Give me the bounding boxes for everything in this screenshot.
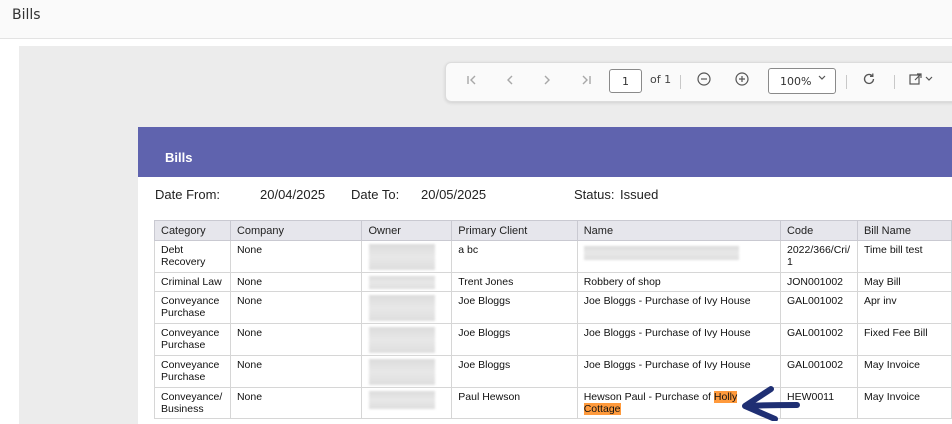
- status-label: Status:: [574, 187, 615, 202]
- last-page-icon[interactable]: [576, 72, 596, 92]
- viewer-toolbar: 1 of 1 100%: [445, 62, 952, 102]
- category-cell: Conveyance/ Business: [154, 387, 231, 419]
- search-highlight: Holly: [713, 391, 738, 403]
- client-cell: Joe Bloggs: [451, 291, 578, 324]
- category-cell: Conveyance Purchase: [154, 291, 231, 324]
- owner-cell-redacted: [361, 240, 453, 273]
- search-highlight: Cottage: [583, 403, 621, 415]
- table-row: Conveyance Purchase None Joe Bloggs Joe …: [154, 355, 952, 388]
- app-title: Bills: [12, 7, 41, 23]
- code-cell: GAL001002: [779, 323, 858, 356]
- next-page-icon[interactable]: [537, 72, 557, 92]
- table-row: Criminal Law None Trent Jones Robbery of…: [154, 272, 952, 292]
- date-from-label: Date From:: [155, 187, 221, 202]
- report-header: Bills: [138, 127, 952, 177]
- owner-cell-redacted: [361, 291, 453, 324]
- column-header: Primary Client: [451, 220, 578, 241]
- first-page-icon[interactable]: [462, 72, 482, 92]
- name-text: Hewson Paul - Purchase of: [583, 391, 714, 403]
- client-cell: Paul Hewson: [451, 387, 578, 419]
- code-cell: JON001002: [779, 272, 858, 292]
- page-count-label: of 1: [650, 73, 672, 86]
- column-header: Code: [779, 220, 858, 241]
- toolbar-divider: [846, 75, 847, 89]
- category-cell: Debt Recovery: [154, 240, 231, 273]
- zoom-value: 100%: [780, 75, 812, 88]
- company-cell: None: [229, 291, 363, 324]
- name-cell: Robbery of shop: [576, 272, 781, 292]
- name-cell-redacted: [576, 240, 781, 273]
- company-cell: None: [229, 387, 363, 419]
- table-row: Conveyance Purchase None Joe Bloggs Joe …: [154, 291, 952, 324]
- refresh-icon[interactable]: [859, 72, 879, 92]
- page-number-input[interactable]: 1: [609, 69, 642, 93]
- zoom-select[interactable]: 100%: [768, 68, 836, 94]
- chevron-down-icon: [817, 73, 827, 86]
- client-cell: Joe Bloggs: [451, 355, 578, 388]
- name-cell: Joe Bloggs - Purchase of Ivy House: [576, 323, 781, 356]
- owner-cell-redacted: [361, 355, 453, 388]
- client-cell: a bc: [451, 240, 578, 273]
- company-cell: None: [229, 355, 363, 388]
- toolbar-divider: [680, 75, 681, 89]
- bill-name-cell: May Invoice: [856, 387, 952, 419]
- column-header: Owner: [361, 220, 453, 241]
- previous-page-icon[interactable]: [500, 72, 520, 92]
- category-cell: Conveyance Purchase: [154, 323, 231, 356]
- company-cell: None: [229, 272, 363, 292]
- date-to-label: Date To:: [351, 187, 400, 202]
- company-cell: None: [229, 323, 363, 356]
- report-title: Bills: [165, 150, 193, 165]
- owner-cell-redacted: [361, 323, 453, 356]
- category-cell: Conveyance Purchase: [154, 355, 231, 388]
- bills-table: Category Company Owner Primary Client Na…: [154, 220, 952, 419]
- column-header: Bill Name: [856, 220, 952, 241]
- table-row: Debt Recovery None a bc 2022/366/Cri/ 1 …: [154, 240, 952, 273]
- bill-name-cell: Apr inv: [856, 291, 952, 324]
- zoom-out-icon[interactable]: [694, 72, 714, 92]
- company-cell: None: [229, 240, 363, 273]
- bill-name-cell: May Bill: [856, 272, 952, 292]
- date-from-value: 20/04/2025: [260, 187, 326, 202]
- code-cell: GAL001002: [779, 291, 858, 324]
- bill-name-cell: May Invoice: [856, 355, 952, 388]
- table-row: Conveyance Purchase None Joe Bloggs Joe …: [154, 323, 952, 356]
- report-viewer: 1 of 1 100% Bills Date From: 20/04/2025: [19, 46, 952, 424]
- column-header: Company: [229, 220, 363, 241]
- category-cell: Criminal Law: [154, 272, 231, 292]
- status-value: Issued: [620, 187, 659, 202]
- owner-cell-redacted: [361, 387, 453, 419]
- column-header: Name: [576, 220, 781, 241]
- zoom-in-icon[interactable]: [732, 72, 752, 92]
- export-icon[interactable]: [908, 72, 938, 92]
- toolbar-divider: [894, 75, 895, 89]
- column-header: Category: [154, 220, 231, 241]
- bill-name-cell: Time bill test: [856, 240, 952, 273]
- code-cell: 2022/366/Cri/ 1: [779, 240, 858, 273]
- table-row: Conveyance/ Business None Paul Hewson He…: [154, 387, 952, 419]
- annotation-arrow-icon: [742, 386, 800, 421]
- left-gutter: [0, 39, 19, 424]
- name-cell: Joe Bloggs - Purchase of Ivy House: [576, 291, 781, 324]
- table-header-row: Category Company Owner Primary Client Na…: [154, 220, 952, 241]
- client-cell: Trent Jones: [451, 272, 578, 292]
- owner-cell-redacted: [361, 272, 453, 292]
- bill-name-cell: Fixed Fee Bill: [856, 323, 952, 356]
- client-cell: Joe Bloggs: [451, 323, 578, 356]
- app-header: Bills: [0, 0, 952, 39]
- date-to-value: 20/05/2025: [421, 187, 487, 202]
- report-page: Bills Date From: 20/04/2025 Date To: 20/…: [138, 127, 952, 424]
